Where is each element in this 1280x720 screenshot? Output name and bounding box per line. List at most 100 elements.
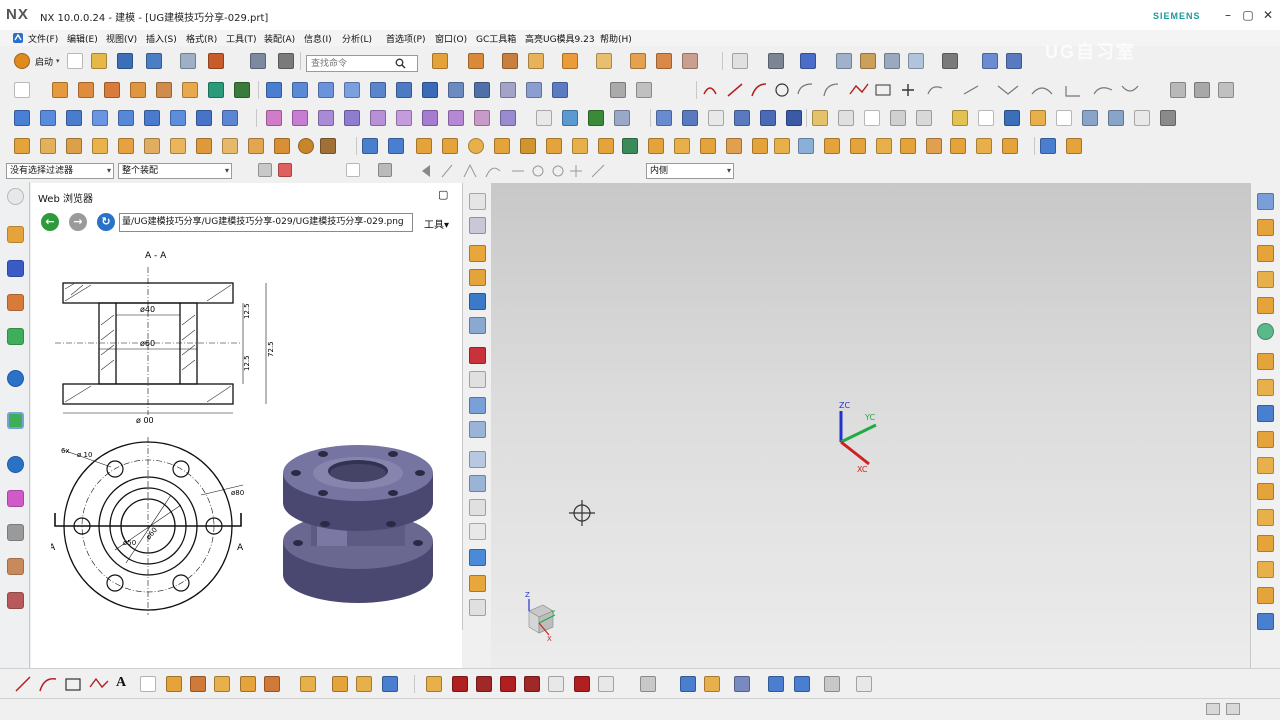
tube-icon[interactable]	[656, 110, 672, 126]
offset-curve-icon[interactable]	[140, 676, 156, 692]
through-curves-icon[interactable]	[14, 110, 30, 126]
view-select-icon[interactable]	[378, 163, 392, 177]
gc-40-icon[interactable]	[1040, 138, 1056, 154]
right-tool-16-icon[interactable]	[1257, 587, 1274, 604]
layer-tool-icon[interactable]	[469, 397, 486, 414]
sew-icon[interactable]	[526, 82, 542, 98]
display-settings-icon[interactable]	[1160, 110, 1176, 126]
pattern-tool-icon[interactable]	[469, 293, 486, 310]
boolean-subtract-icon[interactable]	[562, 53, 578, 69]
layout-icon[interactable]	[1134, 110, 1150, 126]
paste-tool-icon[interactable]	[469, 499, 486, 516]
gc-31-icon[interactable]	[798, 138, 814, 154]
cylinder-icon[interactable]	[104, 82, 120, 98]
global-shaping-icon[interactable]	[370, 110, 386, 126]
pattern-feature-icon[interactable]	[448, 82, 464, 98]
project-curve-icon[interactable]	[1194, 82, 1210, 98]
curve-from-body-icon[interactable]	[1170, 82, 1186, 98]
roles-icon[interactable]	[7, 524, 24, 541]
face-blend-icon[interactable]	[266, 110, 282, 126]
gc-23-icon[interactable]	[598, 138, 614, 154]
patch-icon[interactable]	[552, 82, 568, 98]
swept-icon[interactable]	[66, 110, 82, 126]
bottom-tool-9-icon[interactable]	[332, 676, 348, 692]
gc-15-icon[interactable]	[388, 138, 404, 154]
gc-19-icon[interactable]	[494, 138, 510, 154]
menu-help[interactable]: 帮助(H)	[600, 32, 632, 45]
gc-30-icon[interactable]	[774, 138, 790, 154]
boss-icon[interactable]	[182, 82, 198, 98]
right-tool-2-icon[interactable]	[1257, 219, 1274, 236]
right-tool-10-icon[interactable]	[1257, 431, 1274, 448]
gc-32-icon[interactable]	[824, 138, 840, 154]
block-icon[interactable]	[78, 82, 94, 98]
save-all-icon[interactable]	[1004, 110, 1020, 126]
extract-geometry-icon[interactable]	[500, 82, 516, 98]
bounded-plane-icon[interactable]	[118, 110, 134, 126]
gc-11-icon[interactable]	[274, 138, 290, 154]
gc-6-icon[interactable]	[144, 138, 160, 154]
right-tool-12-icon[interactable]	[1257, 483, 1274, 500]
gc-20-icon[interactable]	[520, 138, 536, 154]
url-field[interactable]: 量/UG建模技巧分享/UG建模技巧分享-029/UG建模技巧分享-029.png	[119, 213, 413, 232]
gc-10-icon[interactable]	[248, 138, 264, 154]
gc-35-icon[interactable]	[900, 138, 916, 154]
bottom-tool-22-icon[interactable]	[704, 676, 720, 692]
circle-measure-icon[interactable]	[864, 110, 880, 126]
bottom-tool-23-icon[interactable]	[734, 676, 750, 692]
right-tool-9-icon[interactable]	[1257, 405, 1274, 422]
lock-icon[interactable]	[952, 110, 968, 126]
split-body-icon[interactable]	[292, 82, 308, 98]
boolean-unite-icon[interactable]	[528, 53, 544, 69]
reuse-library-icon[interactable]	[7, 328, 24, 345]
undo-icon[interactable]	[146, 53, 162, 69]
move-object-icon[interactable]	[982, 53, 998, 69]
export-icon[interactable]	[1030, 110, 1046, 126]
snap-mode-dropdown[interactable]: 内侧 ▾	[646, 163, 734, 179]
right-tool-6-icon[interactable]	[1257, 323, 1274, 340]
bottom-tool-11-icon[interactable]	[382, 676, 398, 692]
snap-view-icon[interactable]	[1006, 53, 1022, 69]
new-sketch-icon[interactable]	[14, 82, 30, 98]
right-tool-15-icon[interactable]	[1257, 561, 1274, 578]
edit-object-display-icon[interactable]	[884, 53, 900, 69]
open-file-icon[interactable]	[91, 53, 107, 69]
sphere-icon[interactable]	[156, 82, 172, 98]
bottom-tool-4-icon[interactable]	[190, 676, 206, 692]
n-sided-surface-icon[interactable]	[92, 110, 108, 126]
bottom-tool-24-icon[interactable]	[768, 676, 784, 692]
screenshot-icon[interactable]	[1082, 110, 1098, 126]
bottom-tool-18-icon[interactable]	[574, 676, 590, 692]
full-screen-icon[interactable]	[1206, 703, 1220, 715]
save-icon[interactable]	[117, 53, 133, 69]
right-tool-7-icon[interactable]	[1257, 353, 1274, 370]
select-feature-icon[interactable]	[278, 163, 292, 177]
shell-icon[interactable]	[682, 53, 698, 69]
gc-17-icon[interactable]	[442, 138, 458, 154]
right-tool-14-icon[interactable]	[1257, 535, 1274, 552]
bottom-tool-19-icon[interactable]	[598, 676, 614, 692]
right-tool-5-icon[interactable]	[1257, 297, 1274, 314]
bottom-tool-21-icon[interactable]	[680, 676, 696, 692]
menu-information[interactable]: 信息(I)	[304, 32, 332, 45]
text-tool-icon[interactable]: A	[116, 675, 126, 691]
gc-27-icon[interactable]	[700, 138, 716, 154]
offset-face-icon[interactable]	[318, 82, 334, 98]
bottom-tool-6-icon[interactable]	[240, 676, 256, 692]
gc-13-icon[interactable]	[320, 138, 336, 154]
hole-icon[interactable]	[502, 53, 518, 69]
thicken-icon[interactable]	[396, 82, 412, 98]
orient-tool-icon[interactable]	[469, 421, 486, 438]
selection-scope-dropdown[interactable]: 整个装配 ▾	[118, 163, 232, 179]
expressions-icon[interactable]	[838, 110, 854, 126]
type-filter-dropdown[interactable]: 没有选择过滤器 ▾	[6, 163, 114, 179]
extension-sheet-icon[interactable]	[222, 110, 238, 126]
bottom-tool-13-icon[interactable]	[452, 676, 468, 692]
gc-16-icon[interactable]	[416, 138, 432, 154]
copy-display-icon[interactable]	[1056, 110, 1072, 126]
trim-body-icon[interactable]	[266, 82, 282, 98]
calculator-icon[interactable]	[812, 110, 828, 126]
block-tool-icon[interactable]	[469, 245, 486, 262]
bottom-tool-25-icon[interactable]	[794, 676, 810, 692]
part-navigator-icon[interactable]	[7, 294, 24, 311]
